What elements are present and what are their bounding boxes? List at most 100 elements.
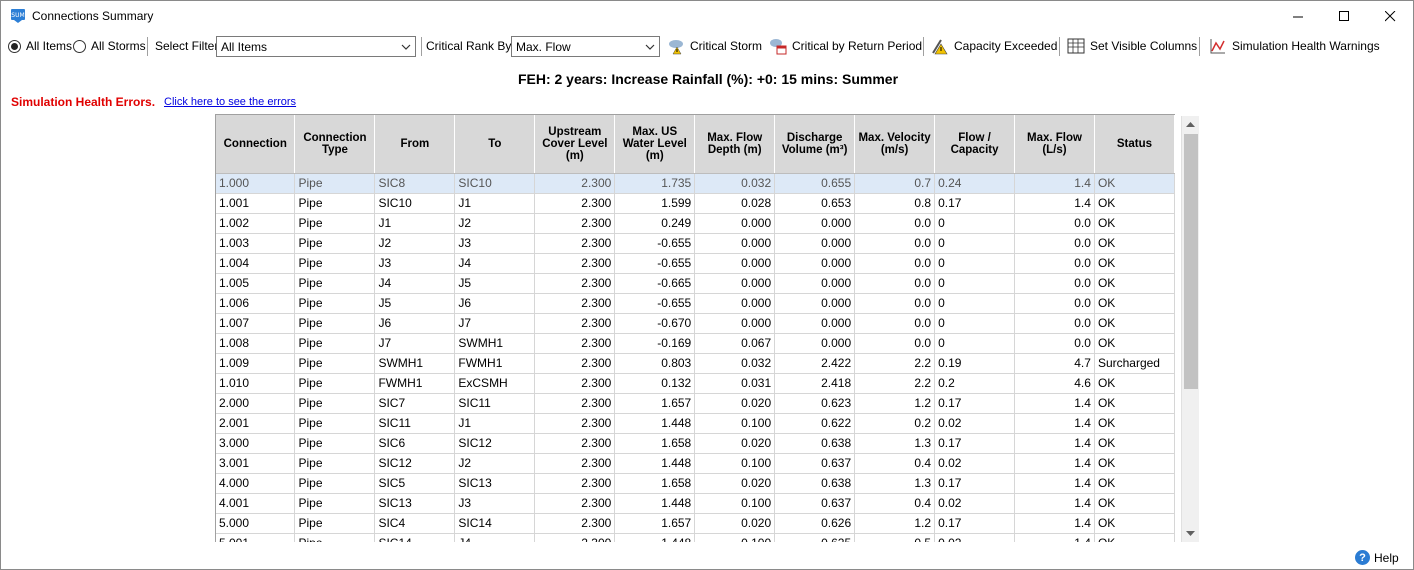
table-cell[interactable]: 3.001 [216, 453, 296, 474]
table-cell[interactable]: J6 [374, 313, 456, 334]
table-cell[interactable]: -0.169 [614, 333, 696, 354]
table-cell[interactable]: SIC12 [374, 453, 456, 474]
table-cell[interactable]: 0.02 [934, 453, 1016, 474]
table-cell[interactable]: OK [1094, 533, 1175, 542]
table-cell[interactable]: 2.300 [534, 433, 616, 454]
table-cell[interactable]: Pipe [294, 393, 376, 414]
table-cell[interactable]: 1.009 [216, 353, 296, 374]
table-cell[interactable]: 1.735 [614, 173, 696, 194]
table-cell[interactable]: 0.0 [854, 313, 936, 334]
table-cell[interactable]: 0.2 [934, 373, 1016, 394]
table-cell[interactable]: 0.020 [694, 513, 776, 534]
table-cell[interactable]: 0.0 [854, 253, 936, 274]
table-cell[interactable]: J4 [454, 533, 536, 542]
table-cell[interactable]: 0.803 [614, 353, 696, 374]
table-cell[interactable]: 0.032 [694, 353, 776, 374]
table-cell[interactable]: Pipe [294, 213, 376, 234]
column-header[interactable]: Discharge Volume (m³) [774, 115, 856, 174]
table-cell[interactable]: -0.665 [614, 273, 696, 294]
table-cell[interactable]: J2 [454, 453, 536, 474]
table-cell[interactable]: Pipe [294, 313, 376, 334]
table-cell[interactable]: 0.637 [774, 453, 856, 474]
table-cell[interactable]: 0.0 [854, 333, 936, 354]
table-cell[interactable]: 2.000 [216, 393, 296, 414]
table-cell[interactable]: FWMH1 [454, 353, 536, 374]
rank-dropdown[interactable]: Max. Flow [511, 36, 660, 57]
table-cell[interactable]: 2.300 [534, 373, 616, 394]
table-cell[interactable]: -0.655 [614, 293, 696, 314]
table-cell[interactable]: J6 [454, 293, 536, 314]
table-cell[interactable]: 2.2 [854, 373, 936, 394]
table-cell[interactable]: 0.0 [854, 273, 936, 294]
scrollbar-thumb[interactable] [1184, 134, 1198, 389]
table-cell[interactable]: 0.17 [934, 193, 1016, 214]
column-header[interactable]: Max. Flow Depth (m) [694, 115, 776, 174]
table-row[interactable]: 1.009 Pipe SWMH1 FWMH1 2.300 0.803 0.032 2.422 2… [216, 353, 1175, 374]
table-cell[interactable]: 2.001 [216, 413, 296, 434]
table-cell[interactable]: 5.000 [216, 513, 296, 534]
table-cell[interactable]: SIC13 [374, 493, 456, 514]
column-header[interactable]: Connection [216, 115, 296, 174]
table-cell[interactable]: 0.653 [774, 193, 856, 214]
table-row[interactable]: 5.001PipeSIC14J42.3001.4480.1000.6250.50… [216, 533, 1175, 542]
table-cell[interactable]: 2.300 [534, 413, 616, 434]
table-cell[interactable]: J3 [454, 493, 536, 514]
table-cell[interactable]: 0.5 [854, 533, 936, 542]
table-cell[interactable]: 0 [934, 313, 1016, 334]
all-storms-radio[interactable]: All Storms [73, 32, 146, 60]
table-cell[interactable]: 1.2 [854, 393, 936, 414]
table-cell[interactable]: 0.100 [694, 453, 776, 474]
vertical-scrollbar[interactable] [1181, 116, 1199, 542]
filter-dropdown[interactable]: All Items [216, 36, 416, 57]
table-cell[interactable]: 2.300 [534, 473, 616, 494]
table-cell[interactable]: OK [1094, 413, 1175, 434]
table-cell[interactable]: 0.623 [774, 393, 856, 414]
table-cell[interactable]: 0.000 [774, 213, 856, 234]
table-cell[interactable]: 0 [934, 253, 1016, 274]
table-cell[interactable]: 1.4 [1014, 193, 1095, 214]
table-cell[interactable]: 0.031 [694, 373, 776, 394]
table-cell[interactable]: Pipe [294, 273, 376, 294]
table-cell[interactable]: 0.0 [854, 293, 936, 314]
table-cell[interactable]: SIC6 [374, 433, 456, 454]
capacity-exceeded-button[interactable]: Capacity Exceeded [931, 32, 1057, 60]
table-cell[interactable]: SIC11 [454, 393, 536, 414]
table-cell[interactable]: 1.4 [1014, 173, 1095, 194]
table-cell[interactable]: 1.658 [614, 433, 696, 454]
table-row[interactable]: 1.006 Pipe J5 J6 2.300 -0.655 0.000 0.000 0.0 0 0.… [216, 293, 1175, 314]
table-cell[interactable]: 0.626 [774, 513, 856, 534]
table-cell[interactable]: SIC10 [374, 193, 456, 214]
table-cell[interactable]: 0.000 [694, 293, 776, 314]
column-header[interactable]: Connection Type [294, 115, 376, 174]
table-cell[interactable]: OK [1094, 453, 1175, 474]
table-cell[interactable]: 1.657 [614, 393, 696, 414]
table-cell[interactable]: 1.657 [614, 513, 696, 534]
table-cell[interactable]: SIC8 [374, 173, 456, 194]
table-cell[interactable]: OK [1094, 213, 1175, 234]
table-cell[interactable]: 0.17 [934, 433, 1016, 454]
table-cell[interactable]: Pipe [294, 533, 376, 542]
column-header[interactable]: Status [1094, 115, 1175, 174]
table-cell[interactable]: 1.4 [1014, 393, 1095, 414]
table-cell[interactable]: 2.300 [534, 213, 616, 234]
table-cell[interactable]: J4 [454, 253, 536, 274]
table-row[interactable]: 2.001 Pipe SIC11 J1 2.300 1.448 0.100 0.622 0.2 0… [216, 413, 1175, 434]
table-cell[interactable]: 2.300 [534, 253, 616, 274]
table-cell[interactable]: 2.2 [854, 353, 936, 374]
table-row[interactable]: 1.001 Pipe SIC10 J1 2.300 1.599 0.028 0.653 0.8 0… [216, 193, 1175, 214]
table-cell[interactable]: 0.000 [694, 273, 776, 294]
table-cell[interactable]: 0.000 [774, 253, 856, 274]
table-cell[interactable]: SIC12 [454, 433, 536, 454]
set-visible-columns-button[interactable]: Set Visible Columns [1067, 32, 1197, 60]
table-cell[interactable]: OK [1094, 473, 1175, 494]
table-cell[interactable]: 0.000 [694, 253, 776, 274]
column-header[interactable]: Max. Flow (L/s) [1014, 115, 1095, 174]
table-cell[interactable]: J1 [454, 413, 536, 434]
table-row[interactable]: 1.007 Pipe J6 J7 2.300 -0.670 0.000 0.000 0.0 0 0.… [216, 313, 1175, 334]
table-cell[interactable]: OK [1094, 393, 1175, 414]
table-cell[interactable]: 1.000 [216, 173, 296, 194]
table-cell[interactable]: 1.001 [216, 193, 296, 214]
table-row[interactable]: 5.000 Pipe SIC4 SIC14 2.300 1.657 0.020 0.626 1.… [216, 513, 1175, 534]
table-cell[interactable]: 0.028 [694, 193, 776, 214]
critical-storm-button[interactable]: Critical Storm [667, 32, 762, 60]
